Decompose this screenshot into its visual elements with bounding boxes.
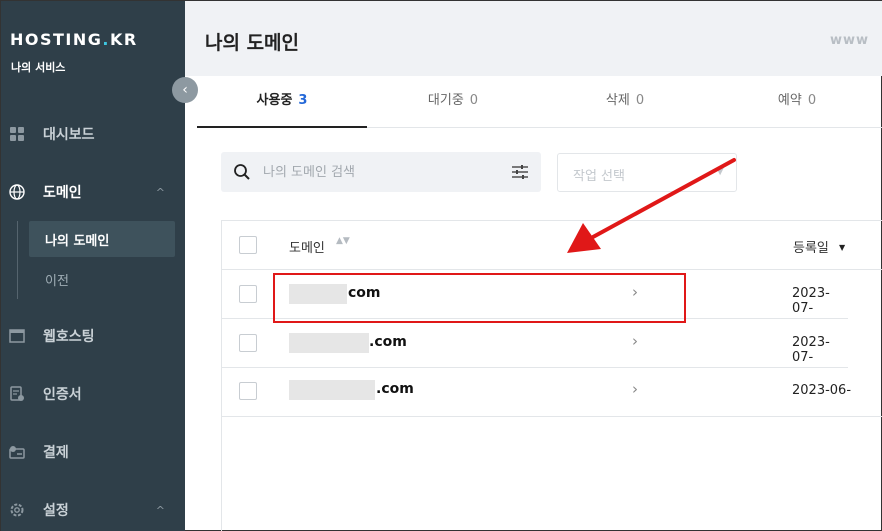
sidebar-item-label: 웹호스팅	[43, 329, 95, 345]
table-row[interactable]: .com › 2023-06-	[222, 368, 882, 417]
domain-search-box	[221, 152, 541, 192]
tab-pending[interactable]: 대기중 0	[367, 76, 539, 128]
logo-dot: .	[102, 30, 110, 49]
logo-text-tail: KR	[109, 30, 138, 49]
sidebar-item-label: 인증서	[43, 387, 82, 403]
column-header-domain[interactable]: 도메인	[289, 237, 325, 256]
tab-label: 대기중	[427, 93, 464, 108]
chevron-up-icon: ^	[155, 185, 165, 199]
logo-text-main: HOSTING	[10, 30, 103, 49]
payment-icon	[9, 444, 25, 460]
tab-count: 0	[635, 93, 645, 108]
chevron-down-icon: ▼	[716, 166, 724, 177]
submenu-guide-line	[17, 221, 18, 299]
chevron-right-icon[interactable]: ›	[632, 283, 638, 301]
globe-icon	[9, 184, 25, 200]
sort-icon[interactable]: ▲▼	[336, 237, 350, 246]
column-header-registered[interactable]: 등록일	[793, 237, 829, 256]
redacted-domain-name	[289, 380, 375, 400]
filter-icon[interactable]	[511, 163, 529, 185]
window-icon	[9, 328, 25, 344]
sidebar-item-label: 도메인	[43, 185, 82, 201]
search-input[interactable]	[263, 152, 503, 192]
domain-suffix: .com	[376, 381, 414, 397]
tab-count: 0	[469, 93, 479, 108]
sidebar-item-webhosting[interactable]: 웹호스팅	[1, 316, 185, 356]
search-icon	[233, 163, 251, 185]
sidebar-item-settings[interactable]: 설정 ^	[1, 490, 185, 530]
table-header: 도메인 ▲▼ 등록일 ▼	[222, 221, 882, 270]
page-header: 나의 도메인 www	[185, 1, 882, 76]
sidebar-item-label: 결제	[43, 445, 69, 461]
registered-date: 2023-07-	[792, 335, 830, 365]
tab-count: 3	[298, 93, 308, 108]
gear-icon	[9, 502, 25, 518]
action-select[interactable]: 작업 선택 ▼	[557, 153, 737, 192]
chevron-right-icon[interactable]: ›	[632, 380, 638, 398]
registered-date: 2023-07-	[792, 286, 830, 316]
sidebar-subitem-my-domain[interactable]: 나의 도메인	[29, 221, 175, 257]
table-row[interactable]: com › 2023-07-	[222, 270, 848, 319]
sidebar-item-dashboard[interactable]: 대시보드	[1, 114, 185, 154]
chevron-right-icon[interactable]: ›	[632, 332, 638, 350]
hosting-kr-logo[interactable]: HOSTING.KR	[10, 30, 138, 49]
domain-suffix: .com	[369, 334, 407, 350]
dashboard-icon	[9, 126, 25, 142]
domain-table: 도메인 ▲▼ 등록일 ▼ com › 2023-07- .com › 2023-…	[221, 220, 882, 531]
sidebar-item-label: 설정	[43, 503, 69, 519]
row-checkbox[interactable]	[239, 334, 257, 352]
service-label: 나의 서비스	[11, 61, 66, 74]
row-checkbox[interactable]	[239, 285, 257, 303]
sidebar-collapse-button[interactable]: ‹	[172, 77, 198, 103]
sidebar: HOSTING.KR 나의 서비스 대시보드 도메인 ^ 나의 도메인 이전 웹…	[1, 1, 185, 531]
table-row[interactable]: .com › 2023-07-	[222, 319, 848, 368]
tab-in-use[interactable]: 사용중 3	[197, 76, 367, 128]
redacted-domain-name	[289, 284, 347, 304]
chevron-up-icon: ^	[155, 503, 165, 517]
sidebar-item-domain[interactable]: 도메인 ^	[1, 172, 185, 212]
sidebar-item-payment[interactable]: 결제	[1, 432, 185, 472]
action-select-placeholder: 작업 선택	[573, 169, 625, 184]
sidebar-subitem-transfer[interactable]: 이전	[29, 261, 175, 297]
redacted-domain-name	[289, 333, 369, 353]
select-all-checkbox[interactable]	[239, 236, 257, 254]
tab-label: 삭제	[605, 93, 630, 108]
tab-label: 예약	[777, 93, 802, 108]
status-tabs: 사용중 3 대기중 0 삭제 0 예약 0	[197, 76, 882, 128]
certificate-icon	[9, 386, 25, 402]
page-title: 나의 도메인	[205, 32, 300, 54]
registered-date: 2023-06-	[792, 383, 852, 398]
sidebar-item-label: 대시보드	[43, 127, 95, 143]
tab-label: 사용중	[256, 93, 293, 108]
sidebar-item-certificate[interactable]: 인증서	[1, 374, 185, 414]
tab-deleted[interactable]: 삭제 0	[539, 76, 711, 128]
sort-desc-icon[interactable]: ▼	[839, 243, 845, 252]
tab-reserved[interactable]: 예약 0	[711, 76, 882, 128]
domain-suffix: com	[348, 285, 381, 301]
tab-count: 0	[807, 93, 817, 108]
www-label: www	[829, 33, 869, 48]
row-checkbox[interactable]	[239, 382, 257, 400]
